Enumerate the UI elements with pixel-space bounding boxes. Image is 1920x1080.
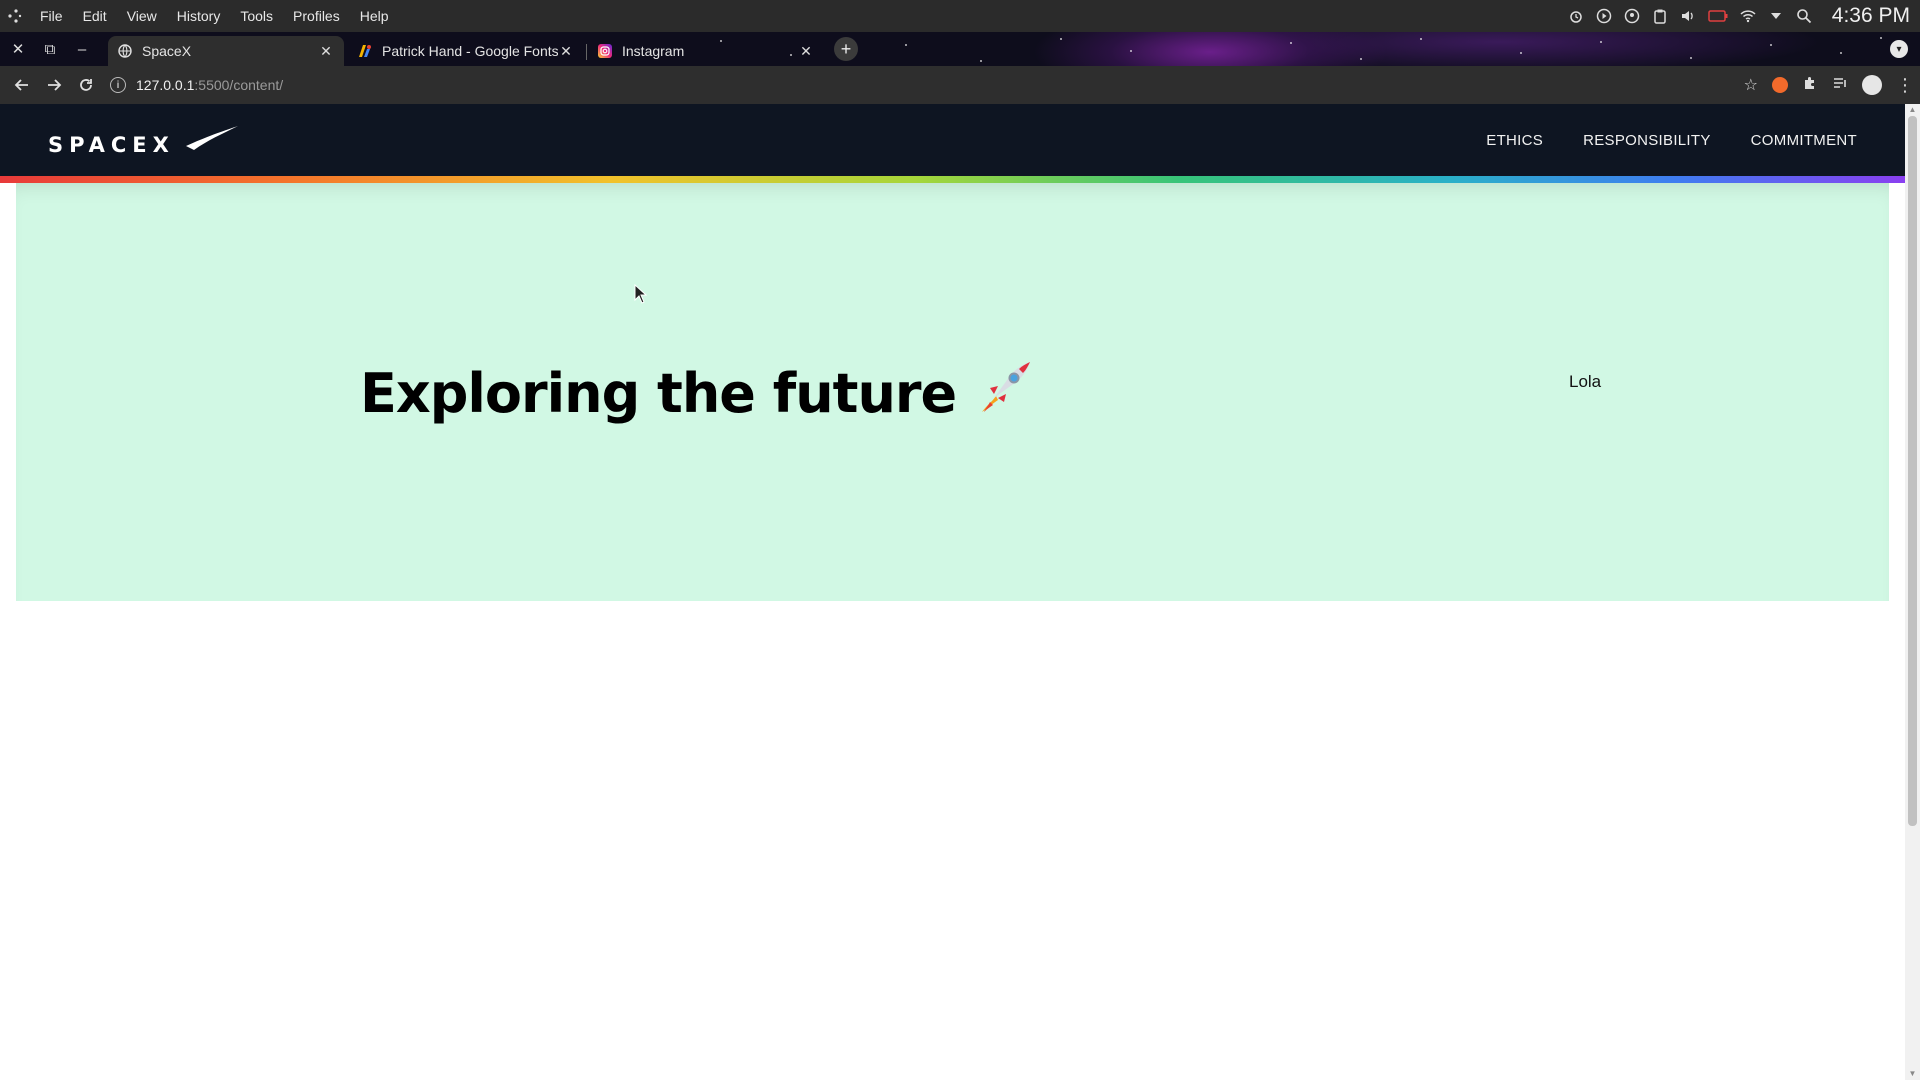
tab-search-icon[interactable]: ▾: [1890, 40, 1908, 58]
page-scrollbar[interactable]: ▲ ▼: [1905, 104, 1920, 1080]
browser-tab-strip: ✕ ⧉ – SpaceX ✕ Patrick Hand - Google Fon…: [0, 32, 1920, 66]
window-restore-icon[interactable]: ⧉: [34, 32, 66, 66]
reading-list-icon[interactable]: [1832, 75, 1848, 96]
hero-section: Exploring the future Lola: [16, 183, 1889, 601]
globe-icon: [118, 44, 132, 58]
nav-commitment[interactable]: COMMITMENT: [1751, 132, 1857, 149]
url-host: 127.0.0.1: [136, 77, 195, 93]
clock[interactable]: 4:36 PM: [1832, 4, 1910, 28]
menu-profiles[interactable]: Profiles: [283, 0, 350, 32]
scroll-up-icon[interactable]: ▲: [1908, 106, 1917, 114]
hero-aside-text: Lola: [1569, 372, 1602, 391]
menu-history[interactable]: History: [167, 0, 231, 32]
window-close-icon[interactable]: ✕: [2, 32, 34, 66]
instagram-icon: [598, 44, 612, 58]
window-minimize-icon[interactable]: –: [66, 32, 98, 66]
dropdown-icon[interactable]: [1768, 8, 1784, 24]
scroll-down-icon[interactable]: ▼: [1908, 1070, 1917, 1078]
rocket-icon: [976, 358, 1034, 429]
tab-spacex[interactable]: SpaceX ✕: [108, 36, 344, 66]
menu-edit[interactable]: Edit: [73, 0, 117, 32]
search-icon[interactable]: [1796, 8, 1812, 24]
nav-responsibility[interactable]: RESPONSIBILITY: [1583, 132, 1711, 149]
hero-title-text: Exploring the future: [360, 362, 957, 425]
forward-icon[interactable]: [38, 69, 70, 101]
logo-text: SPACEX: [48, 133, 175, 157]
nav-ethics[interactable]: ETHICS: [1486, 132, 1543, 149]
volume-icon[interactable]: [1680, 8, 1696, 24]
mouse-cursor-icon: [634, 283, 648, 309]
reload-icon[interactable]: [70, 69, 102, 101]
address-bar[interactable]: i 127.0.0.1:5500/content/: [110, 70, 1770, 100]
alarm-icon[interactable]: [1568, 8, 1584, 24]
menu-view[interactable]: View: [117, 0, 167, 32]
back-icon[interactable]: [6, 69, 38, 101]
menu-tools[interactable]: Tools: [230, 0, 283, 32]
hero-title: Exploring the future: [360, 358, 1034, 429]
site-nav: ETHICS RESPONSIBILITY COMMITMENT: [1486, 104, 1857, 176]
extension-brave-icon[interactable]: [1772, 77, 1788, 93]
wifi-icon[interactable]: [1740, 8, 1756, 24]
os-launcher-icon[interactable]: [0, 0, 30, 32]
google-fonts-icon: [358, 44, 372, 58]
extensions-puzzle-icon[interactable]: [1802, 75, 1818, 96]
url-path: :5500/content/: [194, 77, 284, 93]
vpn-icon[interactable]: [1624, 8, 1640, 24]
site-info-icon[interactable]: i: [110, 77, 126, 93]
tab-close-icon[interactable]: ✕: [558, 43, 574, 60]
tab-close-icon[interactable]: ✕: [318, 43, 334, 60]
scroll-thumb[interactable]: [1908, 116, 1917, 826]
profile-avatar[interactable]: [1862, 75, 1882, 95]
tab-google-fonts[interactable]: Patrick Hand - Google Fonts ✕: [348, 36, 584, 66]
bookmark-star-icon[interactable]: ☆: [1744, 75, 1758, 95]
site-header: SPACEX ETHICS RESPONSIBILITY COMMITMENT: [0, 104, 1905, 176]
menu-help[interactable]: Help: [350, 0, 399, 32]
rainbow-divider: [0, 176, 1905, 183]
tab-title: Instagram: [622, 43, 685, 59]
spacex-logo[interactable]: SPACEX: [48, 126, 240, 163]
browser-menu-icon[interactable]: ⋮: [1896, 75, 1914, 96]
new-tab-button[interactable]: +: [834, 37, 858, 61]
menu-file[interactable]: File: [30, 0, 73, 32]
tab-close-icon[interactable]: ✕: [798, 43, 814, 60]
tab-title: SpaceX: [142, 43, 192, 59]
web-page: SPACEX ETHICS RESPONSIBILITY COMMITMENT …: [0, 104, 1905, 1080]
play-icon[interactable]: [1596, 8, 1612, 24]
clipboard-icon[interactable]: [1652, 8, 1668, 24]
browser-toolbar: i 127.0.0.1:5500/content/ ☆ ⋮: [0, 66, 1920, 104]
battery-icon[interactable]: [1708, 8, 1728, 24]
tab-title: Patrick Hand - Google Fonts: [382, 43, 558, 59]
tab-instagram[interactable]: Instagram ✕: [588, 36, 824, 66]
os-menu-bar: File Edit View History Tools Profiles He…: [0, 0, 1920, 32]
